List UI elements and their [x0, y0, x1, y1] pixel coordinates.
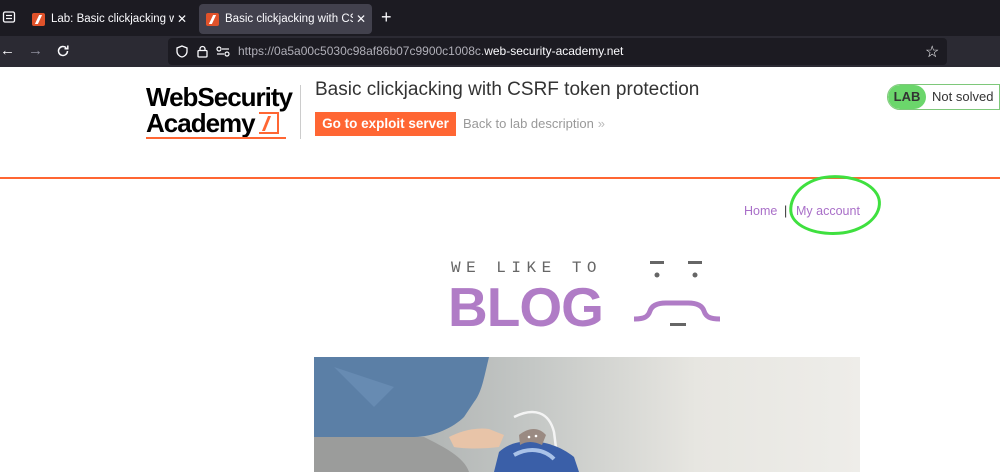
- lab-status-widget: LAB Not solved: [887, 84, 1000, 110]
- lab-title: Basic clickjacking with CSRF token prote…: [315, 79, 700, 100]
- hero-photo: [314, 357, 579, 472]
- logo-line1: WebSecurity: [146, 82, 293, 112]
- lightning-bolt-icon: [258, 112, 279, 134]
- lab-header: WebSecurity Academy Basic clickjacking w…: [0, 67, 1000, 179]
- web-page: WebSecurity Academy Basic clickjacking w…: [0, 67, 1000, 472]
- forward-icon[interactable]: →: [28, 42, 43, 60]
- lock-icon[interactable]: [197, 45, 208, 58]
- double-chevron-right-icon: »: [597, 116, 606, 131]
- blog-hero-image: [314, 357, 860, 472]
- header-divider: [300, 85, 301, 139]
- shield-icon[interactable]: [176, 45, 188, 58]
- bookmark-star-icon[interactable]: ☆: [925, 42, 939, 62]
- browser-nav-bar: ← → https://0a5a00c5030c98af86b07c9900c1…: [0, 36, 1000, 67]
- annotation-circle: [787, 171, 883, 239]
- browser-tab-bar: Lab: Basic clickjacking with CSRF ✕ Basi…: [0, 0, 1000, 36]
- browser-tab-lab[interactable]: Lab: Basic clickjacking with CSRF ✕: [25, 4, 193, 34]
- status-text: Not solved: [932, 89, 994, 104]
- blog-title: BLOG: [448, 276, 604, 338]
- home-link[interactable]: Home: [744, 204, 777, 218]
- tab-title: Basic clickjacking with CSRF toke: [225, 13, 353, 25]
- back-link-label: Back to lab description: [463, 116, 594, 131]
- back-to-description-link[interactable]: Back to lab description»: [463, 116, 605, 131]
- logo-line2-wrap: Academy: [146, 110, 292, 136]
- nav-separator: |: [784, 204, 788, 218]
- favicon-icon: [32, 12, 45, 26]
- favicon-icon: [206, 12, 219, 26]
- tab-list-icon[interactable]: [2, 10, 16, 24]
- url-domain: web-security-academy.net: [484, 44, 624, 58]
- close-icon[interactable]: ✕: [174, 12, 190, 26]
- tab-title: Lab: Basic clickjacking with CSRF: [51, 13, 174, 25]
- permissions-icon[interactable]: [216, 46, 230, 57]
- back-icon[interactable]: ←: [0, 42, 15, 60]
- url-prefix: https://0a5a00c5030c98af86b07c9900c1008c…: [238, 44, 485, 58]
- exploit-server-button[interactable]: Go to exploit server: [315, 112, 456, 136]
- blog-face-icon: [633, 261, 721, 326]
- blog-tagline: WE LIKE TO: [451, 259, 603, 277]
- url-bar[interactable]: https://0a5a00c5030c98af86b07c9900c1008c…: [168, 38, 947, 65]
- logo-underline: [146, 137, 286, 139]
- academy-logo[interactable]: WebSecurity Academy: [146, 82, 293, 136]
- new-tab-icon[interactable]: +: [381, 8, 392, 26]
- status-badge: LAB: [888, 85, 926, 109]
- reload-icon[interactable]: [56, 44, 70, 58]
- url-text[interactable]: https://0a5a00c5030c98af86b07c9900c1008c…: [238, 44, 623, 58]
- browser-tab-active[interactable]: Basic clickjacking with CSRF toke ✕: [199, 4, 372, 34]
- logo-line2: Academy: [146, 108, 256, 138]
- close-icon[interactable]: ✕: [353, 12, 369, 26]
